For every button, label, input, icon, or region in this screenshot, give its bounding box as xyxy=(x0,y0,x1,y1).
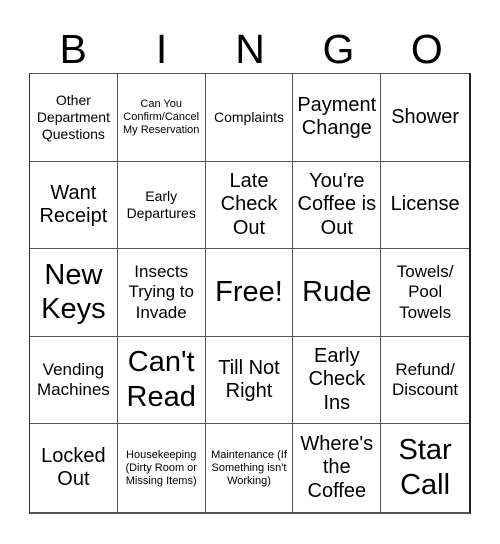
header-letter-i: I xyxy=(155,26,168,72)
bingo-header: B I N G O xyxy=(29,24,471,74)
bingo-cell[interactable]: Till Not Right xyxy=(205,336,294,425)
cell-label: Rude xyxy=(302,276,372,309)
cell-label: New Keys xyxy=(41,258,106,326)
cell-label: Housekeeping (Dirty Room or Missing Item… xyxy=(125,448,197,487)
bingo-cell[interactable]: Other Department Questions xyxy=(30,74,118,162)
cell-label: License xyxy=(390,193,460,216)
bingo-cell[interactable]: Locked Out xyxy=(30,424,118,512)
bingo-cell[interactable]: Complaints xyxy=(205,74,294,162)
bingo-cell[interactable]: Housekeeping (Dirty Room or Missing Item… xyxy=(118,424,206,512)
bingo-cell[interactable]: Want Receipt xyxy=(30,161,118,250)
bingo-cell[interactable]: Can't Read xyxy=(117,336,206,425)
bingo-cell[interactable]: Insects Trying to Invade xyxy=(117,249,206,337)
cell-label: Complaints xyxy=(213,108,284,125)
header-letter-n: N xyxy=(235,26,265,72)
cell-label: Payment Change xyxy=(297,93,377,140)
header-letter-b: B xyxy=(59,26,87,72)
bingo-cell[interactable]: License xyxy=(381,162,469,250)
cell-label: Till Not Right xyxy=(218,356,280,403)
free-space-cell[interactable]: Free! xyxy=(205,249,294,337)
cell-label: Star Call xyxy=(398,434,452,502)
bingo-cell[interactable]: Shower xyxy=(381,74,469,162)
bingo-cell[interactable]: Where's the Coffee xyxy=(293,424,382,512)
bingo-cell[interactable]: Early Departures xyxy=(117,161,206,250)
bingo-cell[interactable]: Late Check Out xyxy=(205,161,294,250)
bingo-cell[interactable]: Rude xyxy=(293,249,382,337)
cell-label: Can You Confirm/Cancel My Reservation xyxy=(122,97,200,136)
cell-label: Early Check Ins xyxy=(308,345,366,414)
cell-label: Where's the Coffee xyxy=(300,433,374,502)
bingo-cell[interactable]: Star Call xyxy=(381,424,469,512)
header-letter-g: G xyxy=(322,26,355,72)
cell-label: Vending Machines xyxy=(37,359,110,400)
cell-label: Can't Read xyxy=(126,346,196,414)
cell-label: Towels/ Pool Towels xyxy=(396,261,454,322)
cell-label: Late Check Out xyxy=(220,169,278,239)
bingo-cell[interactable]: Refund/ Discount xyxy=(381,337,469,425)
cell-label: Refund/ Discount xyxy=(392,359,459,400)
bingo-cell[interactable]: Payment Change xyxy=(293,74,382,162)
cell-label: Free! xyxy=(215,276,283,309)
bingo-cell[interactable]: Vending Machines xyxy=(30,336,118,425)
header-letter-o: O xyxy=(410,26,443,72)
bingo-cell[interactable]: You're Coffee is Out xyxy=(293,161,382,250)
bingo-grid: Other Department Questions Can You Confi… xyxy=(29,73,471,514)
bingo-cell[interactable]: Early Check Ins xyxy=(293,336,382,425)
cell-label: Insects Trying to Invade xyxy=(128,261,194,322)
bingo-cell[interactable]: Towels/ Pool Towels xyxy=(381,249,469,337)
cell-label: Shower xyxy=(391,105,459,128)
cell-label: Other Department Questions xyxy=(36,92,110,142)
cell-label: Early Departures xyxy=(126,188,196,221)
cell-label: You're Coffee is Out xyxy=(297,169,377,239)
bingo-cell[interactable]: Can You Confirm/Cancel My Reservation xyxy=(117,74,206,162)
bingo-cell[interactable]: Maintenance (If Something isn't Working) xyxy=(206,424,294,512)
bingo-cell[interactable]: New Keys xyxy=(30,249,118,337)
cell-label: Locked Out xyxy=(41,444,106,491)
cell-label: Maintenance (If Something isn't Working) xyxy=(211,448,287,487)
cell-label: Want Receipt xyxy=(39,181,108,227)
